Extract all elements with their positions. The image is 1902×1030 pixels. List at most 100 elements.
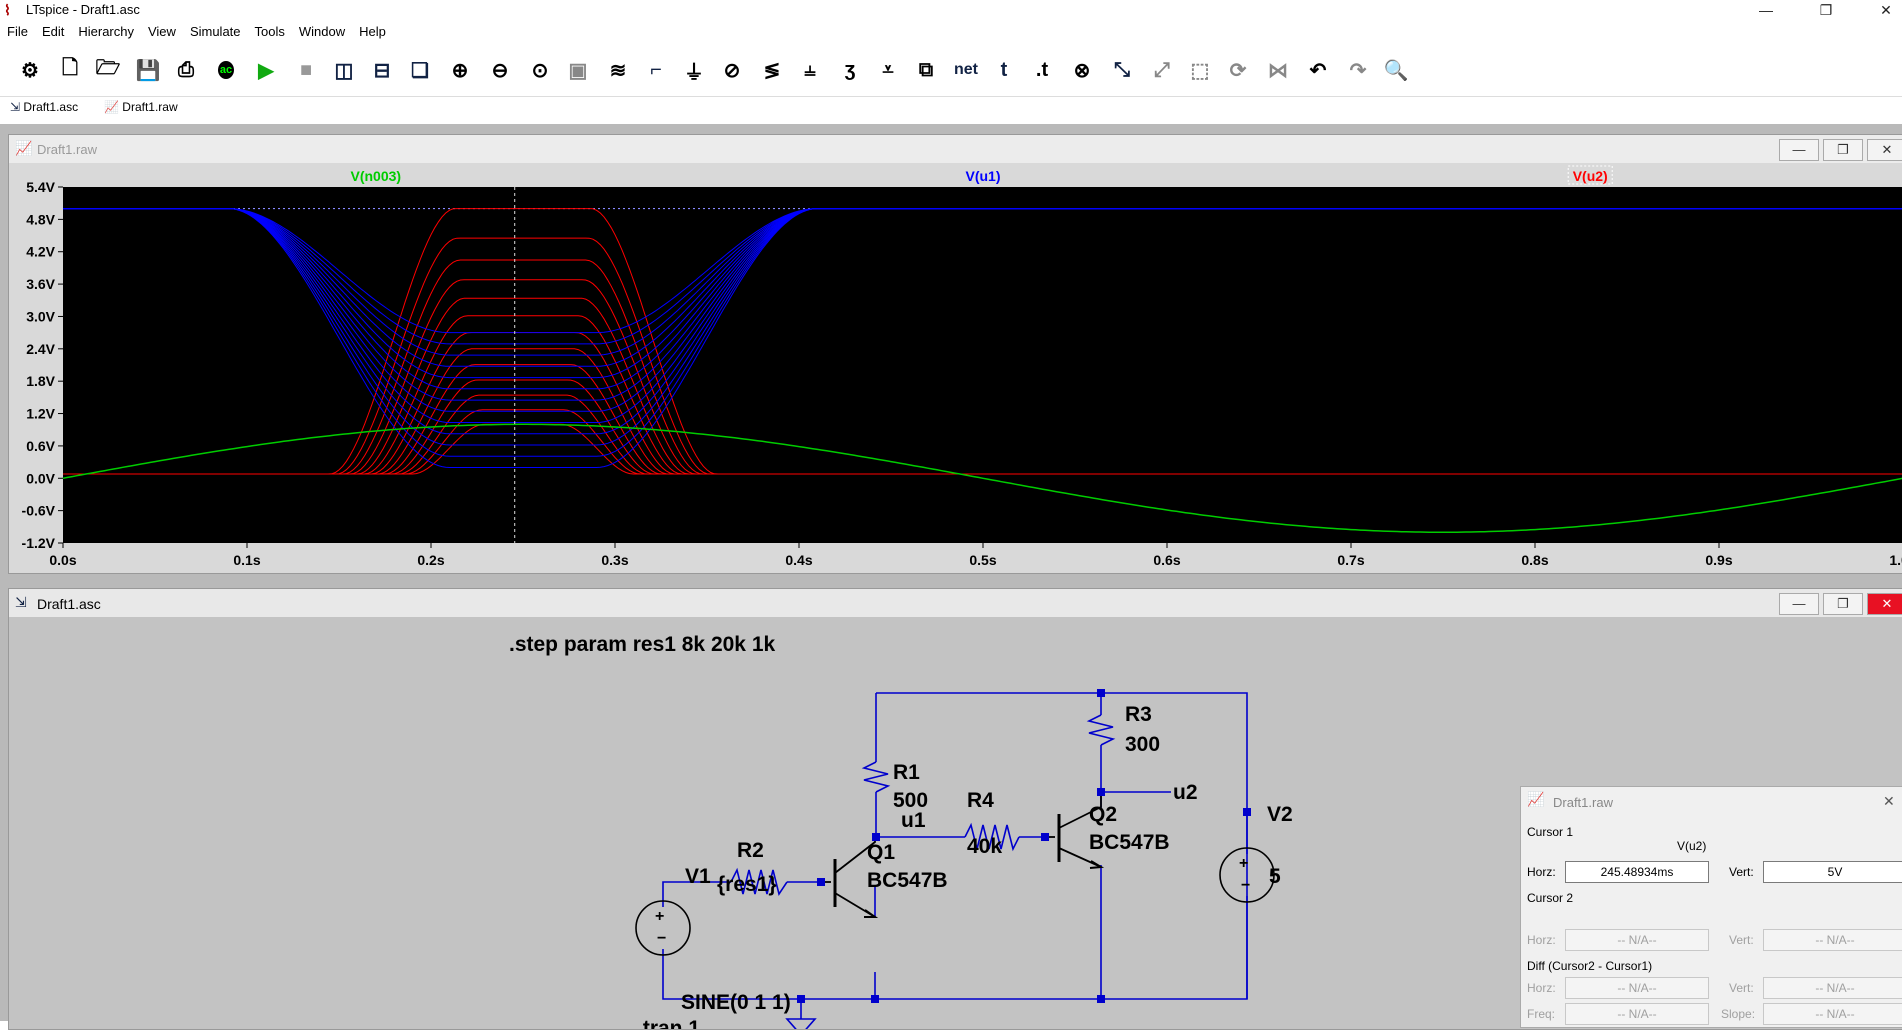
- waveform-close-button[interactable]: ✕: [1867, 139, 1902, 161]
- cursor2-horz-label: Horz:: [1527, 933, 1556, 947]
- spice-directive-icon[interactable]: .t: [1026, 56, 1058, 84]
- step-directive[interactable]: .step param res1 8k 20k 1k: [509, 633, 776, 656]
- waveform-icon: 📈: [15, 140, 33, 156]
- rotate-icon[interactable]: ⟳: [1222, 56, 1254, 84]
- diode-icon[interactable]: ⩡: [872, 56, 904, 84]
- cursor1-vert-field[interactable]: 5V: [1763, 861, 1902, 883]
- find-icon[interactable]: 🔍: [1380, 56, 1412, 84]
- minimize-button[interactable]: —: [1746, 0, 1786, 20]
- save-icon[interactable]: 💾: [132, 56, 164, 84]
- text-icon[interactable]: t: [988, 56, 1020, 84]
- x-tick-label: 0.5s: [969, 552, 996, 568]
- r4-value[interactable]: 40k: [967, 835, 1002, 858]
- menu-edit[interactable]: Edit: [35, 22, 71, 42]
- ltspice-logo-icon: ⌇: [4, 2, 11, 18]
- delete-icon[interactable]: ⊗: [1066, 56, 1098, 84]
- close-button[interactable]: ✕: [1866, 0, 1902, 20]
- redo-icon[interactable]: ↷: [1342, 56, 1374, 84]
- tran-directive[interactable]: .tran 1: [637, 1017, 700, 1029]
- schematic-close-button[interactable]: ✕: [1867, 593, 1902, 615]
- schematic-restore-button[interactable]: ❐: [1823, 593, 1863, 615]
- duplicate-icon[interactable]: ⤡: [1106, 56, 1138, 84]
- inductor-icon[interactable]: ʒ: [834, 56, 866, 84]
- capacitor-icon[interactable]: ⫨: [794, 56, 826, 84]
- cursor1-horz-field[interactable]: 245.48934ms: [1565, 861, 1709, 883]
- resistor-icon[interactable]: ≶: [756, 56, 788, 84]
- halt-icon[interactable]: ■: [290, 56, 322, 84]
- settings-gear-icon[interactable]: ⚙: [14, 56, 46, 84]
- minus-sign-icon: −: [1241, 877, 1250, 894]
- drag-icon[interactable]: ⬚: [1184, 56, 1216, 84]
- document-tabs: ⇲ Draft1.asc 📈 Draft1.raw: [0, 98, 1902, 120]
- menu-view[interactable]: View: [141, 22, 183, 42]
- menu-hierarchy[interactable]: Hierarchy: [71, 22, 141, 42]
- move-icon[interactable]: ⤢: [1146, 56, 1178, 84]
- cascade-icon[interactable]: ❏: [404, 56, 436, 84]
- legend-vu1[interactable]: V(u1): [966, 168, 1001, 184]
- r3-value[interactable]: 300: [1125, 733, 1160, 756]
- x-tick-label: 0.6s: [1153, 552, 1180, 568]
- diff-horz-label: Horz:: [1527, 981, 1556, 995]
- print-icon[interactable]: ⎙: [170, 56, 202, 84]
- cursor-dialog-title: Draft1.raw: [1553, 795, 1613, 810]
- x-tick-label: 0.3s: [601, 552, 628, 568]
- x-tick-label: 0.2s: [417, 552, 444, 568]
- menu-simulate[interactable]: Simulate: [183, 22, 248, 42]
- x-tick-label: 1.0s: [1889, 552, 1902, 568]
- cursor1-label: Cursor 1: [1527, 825, 1574, 839]
- zoom-fit-icon[interactable]: ⊙: [524, 56, 556, 84]
- waveform-window-titlebar: 📈 Draft1.raw — ❐ ✕: [9, 135, 1902, 163]
- menu-help[interactable]: Help: [352, 22, 393, 42]
- waveform-plot[interactable]: 5.4V 4.8V 4.2V 3.6V 3.0V 2.4V 1.8V 1.2V 0.6V 0.0V…: [9, 163, 1902, 571]
- zoom-back-icon[interactable]: ▣: [562, 56, 594, 84]
- label-net-icon[interactable]: ⊘: [716, 56, 748, 84]
- netlist-icon[interactable]: net: [950, 56, 982, 84]
- tab-label: Draft1.asc: [23, 100, 79, 114]
- menu-tools[interactable]: Tools: [248, 22, 292, 42]
- menu-file[interactable]: File: [0, 22, 35, 42]
- waveform-window-title: Draft1.raw: [37, 142, 97, 157]
- open-folder-icon[interactable]: 🗁: [92, 56, 124, 84]
- q1-name: Q1: [867, 841, 895, 864]
- plus-sign-icon: +: [655, 908, 664, 925]
- net-label-u2[interactable]: u2: [1173, 781, 1198, 804]
- cursor1-vert-label: Vert:: [1729, 865, 1754, 879]
- r2-name: R2: [737, 839, 764, 862]
- tile-horizontal-icon[interactable]: ⊟: [366, 56, 398, 84]
- control-panel-icon[interactable]: ac: [210, 56, 242, 84]
- diff-horz-field: -- N/A--: [1565, 977, 1709, 999]
- r2-value[interactable]: {res1}: [717, 873, 777, 896]
- tab-draft1-raw[interactable]: 📈 Draft1.raw: [104, 100, 178, 114]
- zoom-in-icon[interactable]: ⊕: [444, 56, 476, 84]
- q2-value[interactable]: BC547B: [1089, 831, 1170, 854]
- q1-value[interactable]: BC547B: [867, 869, 948, 892]
- component-icon[interactable]: ⧉: [910, 56, 942, 84]
- menu-window[interactable]: Window: [292, 22, 352, 42]
- close-icon[interactable]: ✕: [1883, 793, 1895, 810]
- undo-icon[interactable]: ↶: [1302, 56, 1334, 84]
- zoom-out-icon[interactable]: ⊖: [484, 56, 516, 84]
- diff-vert-label: Vert:: [1729, 981, 1754, 995]
- net-label-u1[interactable]: u1: [901, 809, 926, 832]
- ground-icon[interactable]: ⏚: [678, 56, 710, 84]
- wire-icon[interactable]: ⌐: [640, 56, 672, 84]
- minus-sign-icon: −: [657, 930, 666, 947]
- mirror-icon[interactable]: ⋈: [1262, 56, 1294, 84]
- v2-value[interactable]: 5: [1269, 865, 1281, 888]
- waveform-minimize-button[interactable]: —: [1779, 139, 1819, 161]
- autoscale-icon[interactable]: ≋: [602, 56, 634, 84]
- waveform-restore-button[interactable]: ❐: [1823, 139, 1863, 161]
- y-tick-label: 5.4V: [26, 179, 55, 195]
- plot-area[interactable]: [63, 187, 1902, 543]
- tile-vertical-icon[interactable]: ◫: [328, 56, 360, 84]
- legend-vu2[interactable]: V(u2): [1573, 168, 1608, 184]
- x-tick-label: 0.8s: [1521, 552, 1548, 568]
- v1-value[interactable]: SINE(0 1 1): [681, 991, 791, 1014]
- maximize-button[interactable]: ❐: [1806, 0, 1846, 20]
- legend-vn003[interactable]: V(n003): [351, 168, 402, 184]
- tab-draft1-asc[interactable]: ⇲ Draft1.asc: [10, 100, 78, 114]
- new-schematic-icon[interactable]: 🗋: [54, 56, 86, 84]
- schematic-minimize-button[interactable]: —: [1779, 593, 1819, 615]
- run-icon[interactable]: ▶: [250, 56, 282, 84]
- diff-label: Diff (Cursor2 - Cursor1): [1527, 959, 1653, 973]
